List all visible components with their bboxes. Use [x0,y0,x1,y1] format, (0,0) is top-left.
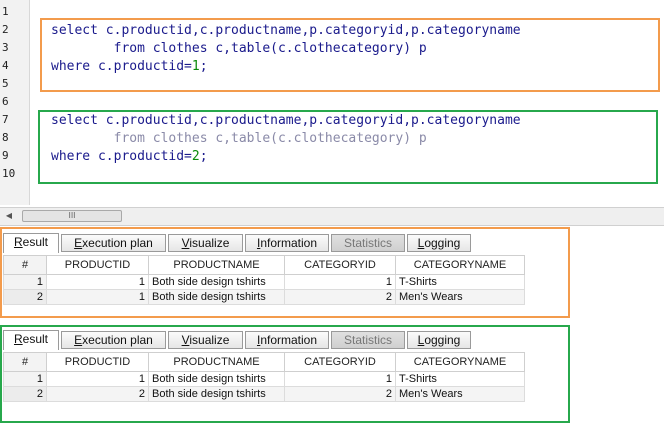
line-number: 7 [2,113,9,126]
line-number: 3 [2,41,9,54]
scroll-left-arrow-icon[interactable]: ◀ [4,211,14,221]
line-number: 2 [2,23,9,36]
result1-highlight-box [0,227,570,318]
line-number: 6 [2,95,9,108]
query1-highlight-box [40,18,660,92]
line-number: 1 [2,5,9,18]
line-number: 9 [2,149,9,162]
line-number: 10 [2,167,16,180]
result2-highlight-box [0,325,570,423]
line-number: 8 [2,131,9,144]
editor-horizontal-scrollbar[interactable]: ◀ III [0,207,664,226]
sql-editor[interactable]: 1 2 3 4 5 6 7 8 9 10 select c.productid,… [0,0,664,205]
line-number: 4 [2,59,9,72]
query2-highlight-box [38,110,658,184]
line-number: 5 [2,77,9,90]
line-number-gutter: 1 2 3 4 5 6 7 8 9 10 [0,0,30,205]
scrollbar-thumb[interactable]: III [22,210,122,222]
